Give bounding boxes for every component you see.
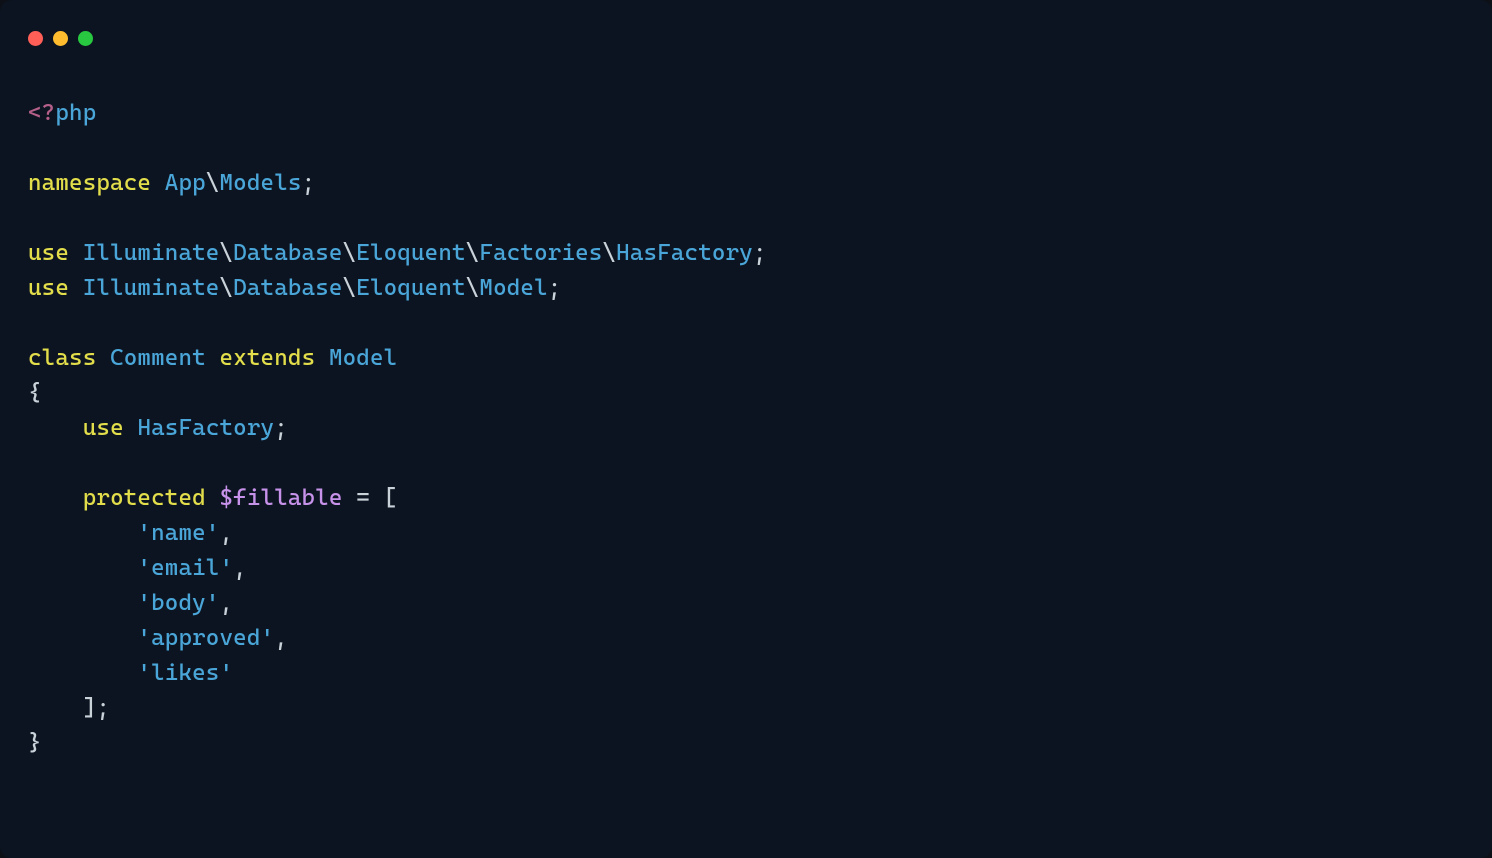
ns-models: Models [220,170,302,196]
brace-close: } [28,730,42,756]
close-icon[interactable] [28,31,43,46]
comma: , [274,625,288,651]
zoom-icon[interactable] [78,31,93,46]
comma: , [219,590,233,616]
fillable-item: 'likes' [137,660,233,686]
ns-eloquent: Eloquent [356,275,465,301]
keyword-use-trait: use [83,415,124,441]
ns-factories: Factories [479,240,602,266]
backslash: \ [466,240,480,266]
backslash: \ [343,275,357,301]
ns-model: Model [479,275,547,301]
ns-hasfactory: HasFactory [616,240,753,266]
fillable-item: 'name' [137,520,219,546]
brace-open: { [28,380,42,406]
php-open-tag-word: php [55,100,96,126]
semicolon: ; [302,170,316,196]
keyword-protected: protected [83,485,206,511]
backslash: \ [343,240,357,266]
code-editor[interactable]: <?php namespace App\Models; use Illumina… [0,56,1492,789]
ns-eloquent: Eloquent [356,240,465,266]
fillable-item: 'approved' [137,625,274,651]
fillable-item: 'email' [137,555,233,581]
backslash: \ [466,275,480,301]
minimize-icon[interactable] [53,31,68,46]
keyword-namespace: namespace [28,170,151,196]
fillable-item: 'body' [137,590,219,616]
backslash: \ [206,170,220,196]
equals: = [356,485,370,511]
backslash: \ [602,240,616,266]
keyword-use: use [28,275,69,301]
keyword-use: use [28,240,69,266]
window-titlebar [0,0,1492,56]
var-fillable: $fillable [220,485,343,511]
ns-database: Database [233,275,342,301]
ns-app: App [165,170,206,196]
bracket-open: [ [384,485,398,511]
ns-database: Database [233,240,342,266]
editor-window: <?php namespace App\Models; use Illumina… [0,0,1492,858]
backslash: \ [219,275,233,301]
comma: , [219,520,233,546]
keyword-extends: extends [220,345,316,371]
class-name-comment: Comment [110,345,206,371]
semicolon: ; [753,240,767,266]
ns-illuminate: Illuminate [83,240,220,266]
base-class-model: Model [329,345,397,371]
semicolon: ; [548,275,562,301]
keyword-class: class [28,345,96,371]
ns-illuminate: Illuminate [83,275,220,301]
backslash: \ [219,240,233,266]
bracket-close: ] [83,695,97,721]
php-open-tag-lt: <? [28,100,55,126]
comma: , [233,555,247,581]
semicolon: ; [96,695,110,721]
trait-hasfactory: HasFactory [137,415,274,441]
semicolon: ; [274,415,288,441]
